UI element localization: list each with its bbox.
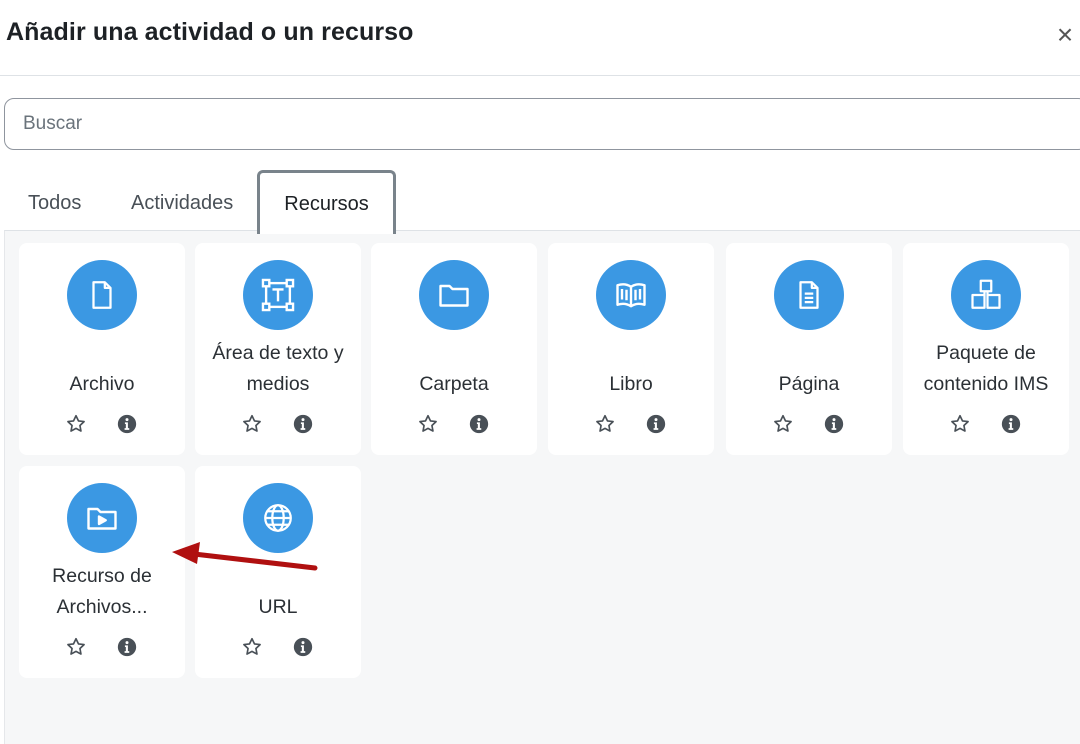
- tab-recursos[interactable]: Recursos: [257, 170, 396, 234]
- resource-card-libro[interactable]: Libro: [548, 243, 714, 455]
- page-icon: [774, 260, 844, 330]
- star-icon[interactable]: [949, 413, 971, 435]
- resource-card-paquete-ims[interactable]: Paquete de contenido IMS: [903, 243, 1069, 455]
- info-icon[interactable]: [117, 637, 137, 657]
- resource-card-pagina[interactable]: Página: [726, 243, 892, 455]
- text-area-icon: [243, 260, 313, 330]
- resource-card-area-texto[interactable]: Área de texto y medios: [195, 243, 361, 455]
- resource-label: URL: [258, 596, 298, 618]
- info-icon[interactable]: [293, 637, 313, 657]
- tab-todos[interactable]: Todos: [28, 192, 81, 215]
- ims-package-icon: [951, 260, 1021, 330]
- star-icon[interactable]: [65, 413, 87, 435]
- resource-card-recurso-archivos[interactable]: Recurso de Archivos...: [19, 466, 185, 678]
- modal-header: Añadir una actividad o un recurso ×: [0, 0, 1080, 76]
- info-icon[interactable]: [117, 414, 137, 434]
- star-icon[interactable]: [594, 413, 616, 435]
- resource-label: Archivo: [69, 373, 135, 395]
- resource-label: Carpeta: [419, 373, 489, 395]
- star-icon[interactable]: [772, 413, 794, 435]
- folder-play-icon: [67, 483, 137, 553]
- star-icon[interactable]: [241, 413, 263, 435]
- resource-label: Recurso de Archivos...: [52, 565, 152, 618]
- close-button[interactable]: ×: [1050, 18, 1080, 52]
- resource-card-carpeta[interactable]: Carpeta: [371, 243, 537, 455]
- star-icon[interactable]: [241, 636, 263, 658]
- resource-grid: Archivo Área de texto y medios Carpeta L…: [4, 230, 1080, 744]
- folder-icon: [419, 260, 489, 330]
- info-icon[interactable]: [293, 414, 313, 434]
- info-icon[interactable]: [469, 414, 489, 434]
- resource-label: Área de texto y medios: [212, 342, 344, 395]
- book-icon: [596, 260, 666, 330]
- resource-label: Paquete de contenido IMS: [923, 342, 1049, 395]
- star-icon[interactable]: [417, 413, 439, 435]
- resource-label: Página: [778, 373, 840, 395]
- annotation-arrow: [172, 542, 318, 571]
- search-input[interactable]: [5, 99, 1080, 149]
- star-icon[interactable]: [65, 636, 87, 658]
- modal-title: Añadir una actividad o un recurso: [6, 18, 414, 46]
- resource-card-archivo[interactable]: Archivo: [19, 243, 185, 455]
- search-box: [4, 98, 1080, 150]
- info-icon[interactable]: [1001, 414, 1021, 434]
- info-icon[interactable]: [824, 414, 844, 434]
- file-icon: [67, 260, 137, 330]
- tab-actividades[interactable]: Actividades: [131, 192, 233, 215]
- resource-label: Libro: [609, 373, 653, 395]
- info-icon[interactable]: [646, 414, 666, 434]
